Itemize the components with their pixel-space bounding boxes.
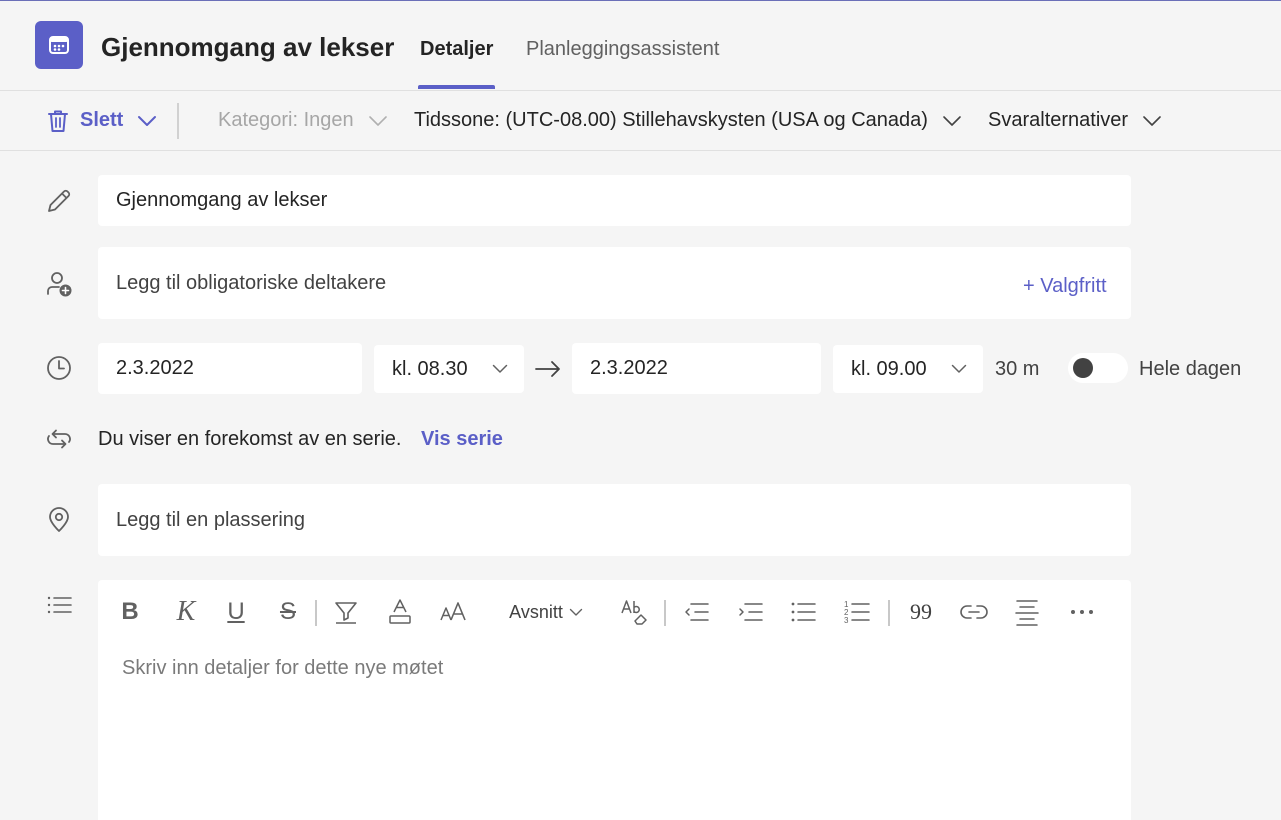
end-date-input[interactable]: 2.3.2022	[572, 343, 821, 394]
end-time-value: kl. 09.00	[851, 357, 927, 380]
location-input[interactable]: Legg til en plassering	[98, 484, 1131, 556]
calendar-icon	[35, 21, 83, 69]
response-options-dropdown[interactable]: Svaralternativer	[988, 91, 1162, 150]
chevron-down-icon	[368, 115, 388, 127]
highlight-icon[interactable]	[332, 594, 360, 630]
font-size-icon[interactable]	[438, 594, 470, 630]
series-info-text: Du viser en forekomst av en serie.	[98, 428, 402, 450]
details-editor[interactable]: B K U S Avsnitt 1 2 3 99 Skriv inn detal…	[98, 580, 1131, 820]
tab-scheduling-assistant[interactable]: Planleggingsassistent	[526, 38, 719, 61]
svg-text:3: 3	[844, 616, 849, 625]
align-center-icon[interactable]	[1012, 594, 1042, 630]
chevron-down-icon[interactable]	[137, 115, 157, 127]
paragraph-style-dropdown[interactable]: Avsnitt	[506, 594, 586, 630]
italic-button[interactable]: K	[172, 594, 200, 630]
add-optional-attendees-link[interactable]: + Valgfritt	[1023, 275, 1107, 298]
chevron-down-icon	[951, 364, 967, 374]
location-pin-icon	[44, 505, 74, 535]
all-day-label: Hele dagen	[1139, 358, 1242, 380]
timezone-dropdown[interactable]: Tidssone: (UTC-08.00) Stillehavskysten (…	[414, 91, 962, 150]
toolbar-divider	[177, 103, 179, 139]
trash-icon	[46, 108, 70, 134]
numbered-list-icon[interactable]: 1 2 3	[842, 594, 872, 630]
end-time-dropdown[interactable]: kl. 09.00	[833, 345, 983, 393]
toolbar-separator	[664, 600, 666, 626]
quote-button[interactable]: 99	[906, 594, 936, 630]
clock-icon	[44, 353, 74, 383]
list-details-icon	[44, 590, 74, 620]
paragraph-style-label: Avsnitt	[509, 601, 563, 622]
duration-label: 30 m	[995, 358, 1040, 380]
category-dropdown[interactable]: Kategori: Ingen	[218, 91, 388, 150]
timezone-label: Tidssone: (UTC-08.00) Stillehavskysten (…	[414, 109, 928, 131]
header: Gjennomgang av lekser Detaljer Planleggi…	[0, 1, 1281, 90]
toolbar-separator	[315, 600, 317, 626]
toolbar-separator	[888, 600, 890, 626]
start-date-input[interactable]: 2.3.2022	[98, 343, 362, 394]
toolbar: Slett Kategori: Ingen Tidssone: (UTC-08.…	[0, 91, 1281, 150]
strikethrough-button[interactable]: S	[276, 594, 300, 630]
link-icon[interactable]	[958, 594, 990, 630]
tab-details[interactable]: Detaljer	[420, 38, 493, 61]
toggle-knob	[1073, 358, 1093, 378]
pencil-icon	[44, 186, 74, 216]
more-options-icon[interactable]	[1068, 594, 1096, 630]
chevron-down-icon	[569, 608, 583, 617]
start-time-dropdown[interactable]: kl. 08.30	[374, 345, 524, 393]
chevron-down-icon	[942, 115, 962, 127]
toolbar-divider-bottom	[0, 150, 1281, 151]
view-series-link[interactable]: Vis serie	[421, 428, 503, 451]
repeat-icon	[44, 424, 74, 454]
all-day-toggle[interactable]	[1068, 353, 1128, 383]
decrease-indent-icon[interactable]	[682, 594, 712, 630]
delete-label: Slett	[80, 109, 124, 131]
page-title: Gjennomgang av lekser	[101, 32, 395, 62]
response-options-label: Svaralternativer	[988, 109, 1129, 131]
details-placeholder: Skriv inn detaljer for dette nye møtet	[122, 657, 444, 679]
clear-formatting-icon[interactable]	[618, 594, 652, 630]
underline-button[interactable]: U	[224, 594, 248, 630]
bold-button[interactable]: B	[116, 594, 144, 630]
active-tab-indicator	[418, 85, 495, 89]
title-input[interactable]: Gjennomgang av lekser	[98, 175, 1131, 226]
start-time-value: kl. 08.30	[392, 357, 468, 380]
bulleted-list-icon[interactable]	[788, 594, 818, 630]
chevron-down-icon	[1142, 115, 1162, 127]
increase-indent-icon[interactable]	[736, 594, 766, 630]
attendees-input[interactable]: Legg til obligatoriske deltakere	[98, 247, 1131, 319]
delete-button[interactable]: Slett	[46, 91, 157, 150]
font-color-icon[interactable]	[386, 594, 414, 630]
chevron-down-icon	[492, 364, 508, 374]
category-label: Kategori: Ingen	[218, 109, 354, 131]
arrow-right-icon	[534, 357, 562, 381]
person-add-icon	[44, 269, 74, 299]
